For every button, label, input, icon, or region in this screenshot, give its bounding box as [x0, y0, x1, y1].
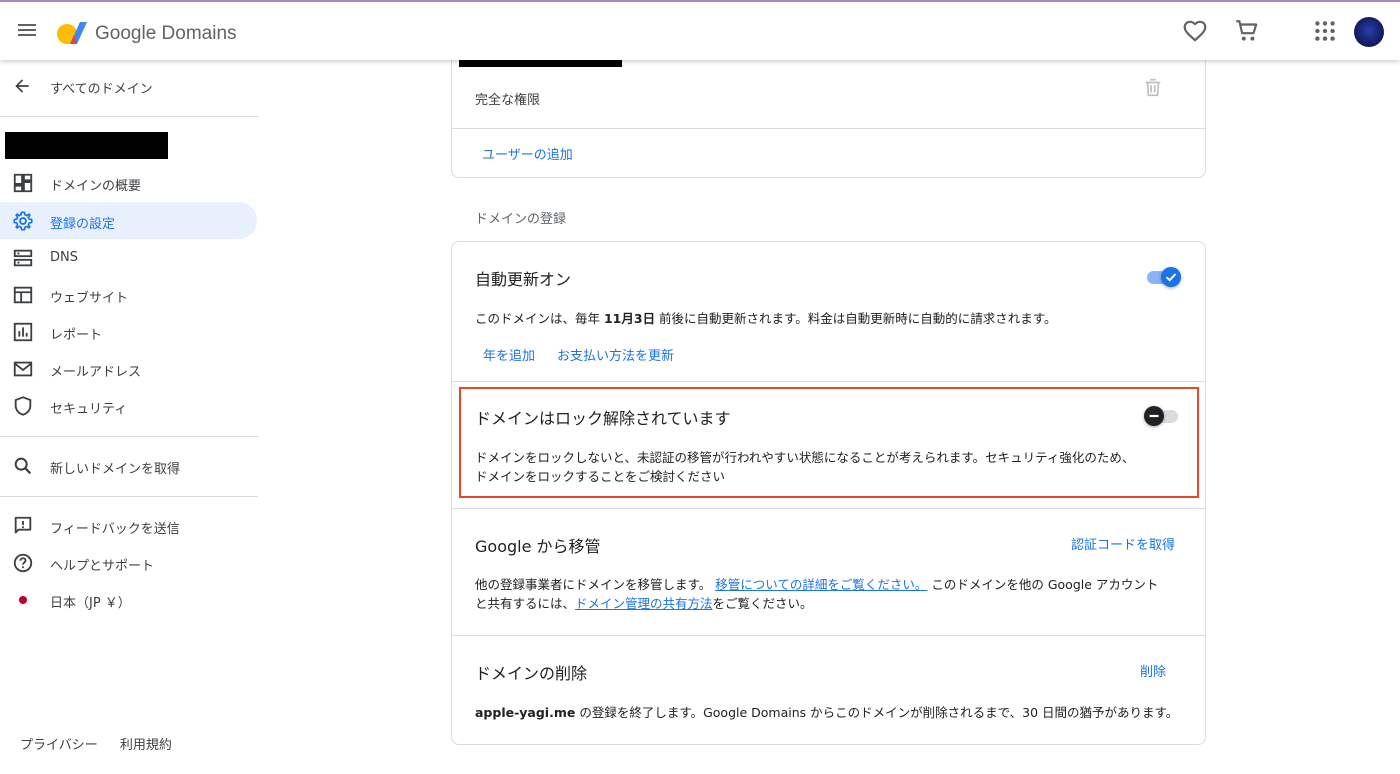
japan-flag-icon [19, 596, 27, 604]
gear-icon [13, 211, 33, 231]
top-app-bar: Google Domains [0, 0, 1400, 60]
text: をご覧ください。 [712, 596, 813, 611]
sidebar: すべてのドメイン ドメインの概要 登録の設定 DNS ウェブサイト レポート メ… [0, 60, 258, 774]
delete-title: ドメインの削除 [475, 664, 588, 683]
domain-name: apple-yagi.me [475, 705, 576, 720]
privacy-link[interactable]: プライバシー [20, 738, 98, 753]
text: このドメインを他の Google アカウント [927, 577, 1159, 592]
google-domains-logo [57, 22, 87, 44]
add-user-button[interactable]: ユーザーの追加 [482, 144, 573, 163]
sidebar-item-label: ウェブサイト [50, 291, 129, 306]
check-icon [1165, 273, 1177, 282]
divider [0, 116, 258, 117]
back-to-all-domains[interactable]: すべてのドメイン [0, 72, 258, 100]
sidebar-item-label: DNS [50, 250, 78, 265]
sidebar-item-label: 新しいドメインを取得 [50, 462, 181, 477]
search-icon [14, 457, 32, 475]
shield-icon [14, 396, 32, 416]
arrow-back-icon [15, 79, 29, 93]
sidebar-item-label: ヘルプとサポート [50, 559, 155, 574]
divider [0, 436, 258, 437]
dashboard-icon [13, 173, 33, 193]
website-icon [13, 286, 33, 304]
text: このドメインは、毎年 [475, 311, 604, 326]
delete-description: apple-yagi.me の登録を終了します。Google Domains か… [475, 703, 1178, 722]
domain-lock-title: ドメインはロック解除されています [475, 409, 731, 428]
sidebar-item-label: セキュリティ [50, 402, 128, 417]
text: 他の登録事業者にドメインを移管します。 [475, 577, 712, 592]
domain-lock-toggle[interactable] [1144, 405, 1180, 427]
update-payment-link[interactable]: お支払い方法を更新 [557, 347, 674, 366]
divider [452, 128, 1205, 129]
renewal-date: 11月3日 [603, 311, 656, 326]
divider [452, 635, 1205, 636]
text: ドメインをロックすることをご検討ください [475, 469, 726, 484]
report-icon [13, 322, 33, 342]
sidebar-item-feedback[interactable]: フィードバックを送信 [0, 507, 257, 544]
users-card: 完全な権限 ユーザーの追加 [451, 40, 1206, 178]
sidebar-item-label: 登録の設定 [50, 217, 116, 232]
add-year-link[interactable]: 年を追加 [483, 347, 535, 366]
text: 前後に自動更新されます。料金は自動更新時に自動的に請求されます。 [655, 311, 1057, 326]
sidebar-item-label: レポート [50, 328, 103, 343]
mail-icon [13, 361, 33, 377]
back-label: すべてのドメイン [50, 82, 153, 97]
sidebar-item-reports[interactable]: レポート [0, 313, 257, 350]
domain-lock-description: ドメインをロックしないと、未認証の移管が行われやすい状態になることが考えられます… [475, 448, 1134, 486]
trash-icon[interactable] [1142, 76, 1164, 98]
sidebar-item-region[interactable]: 日本（JP ￥） [0, 581, 257, 618]
heart-icon[interactable] [1182, 18, 1208, 44]
text: ドメインをロックしないと、未認証の移管が行われやすい状態になることが考えられます… [475, 450, 1135, 465]
sidebar-item-label: メールアドレス [50, 365, 142, 380]
auto-renew-title: 自動更新オン [475, 270, 572, 289]
registration-card: 自動更新オン このドメインは、毎年 11月3日 前後に自動更新されます。料金は自… [451, 241, 1206, 745]
sidebar-item-help[interactable]: ヘルプとサポート [0, 544, 257, 581]
toggle-knob [1144, 406, 1164, 426]
delete-button[interactable]: 削除 [1140, 661, 1166, 680]
section-title: ドメインの登録 [475, 212, 567, 227]
get-auth-code-link[interactable]: 認証コードを取得 [1071, 534, 1175, 553]
minus-icon [1149, 414, 1159, 418]
text: の登録を終了します。Google Domains からこのドメインが削除されるま… [575, 705, 1179, 720]
auto-renew-description: このドメインは、毎年 11月3日 前後に自動更新されます。料金は自動更新時に自動… [475, 309, 1057, 328]
apps-grid-icon[interactable] [1312, 18, 1338, 44]
sidebar-item-email[interactable]: メールアドレス [0, 350, 257, 387]
text: と共有するには、 [475, 596, 576, 611]
sharing-method-link[interactable]: ドメイン管理の共有方法 [575, 596, 713, 611]
divider [452, 508, 1205, 509]
permission-label: 完全な権限 [475, 93, 541, 108]
sidebar-item-dns[interactable]: DNS [0, 239, 257, 276]
redacted-domain-name [5, 132, 168, 159]
divider [0, 496, 258, 497]
auto-renew-toggle[interactable] [1145, 266, 1181, 288]
divider [452, 381, 1205, 382]
menu-icon[interactable] [18, 21, 42, 41]
sidebar-item-registration-settings[interactable]: 登録の設定 [0, 202, 257, 239]
sidebar-item-website[interactable]: ウェブサイト [0, 276, 257, 313]
avatar[interactable] [1354, 17, 1384, 47]
sidebar-footer: プライバシー 利用規約 [20, 734, 190, 753]
cart-icon[interactable] [1234, 18, 1260, 44]
sidebar-item-label: フィードバックを送信 [50, 522, 180, 537]
transfer-description: 他の登録事業者にドメインを移管します。 移管についての詳細をご覧ください。 この… [475, 575, 1158, 613]
terms-link[interactable]: 利用規約 [120, 738, 172, 753]
sidebar-item-security[interactable]: セキュリティ [0, 387, 257, 424]
feedback-icon [14, 516, 32, 534]
dns-icon [13, 249, 33, 267]
sidebar-item-overview[interactable]: ドメインの概要 [0, 164, 257, 201]
sidebar-item-label: ドメインの概要 [50, 179, 142, 194]
sidebar-item-get-new-domain[interactable]: 新しいドメインを取得 [0, 447, 257, 484]
sidebar-item-label: 日本（JP ￥） [50, 596, 131, 611]
transfer-details-link[interactable]: 移管についての詳細をご覧ください。 [715, 577, 927, 592]
toggle-knob [1161, 267, 1181, 287]
help-icon [13, 553, 33, 573]
brand-name: Google Domains [95, 23, 237, 44]
transfer-title: Google から移管 [475, 537, 601, 556]
